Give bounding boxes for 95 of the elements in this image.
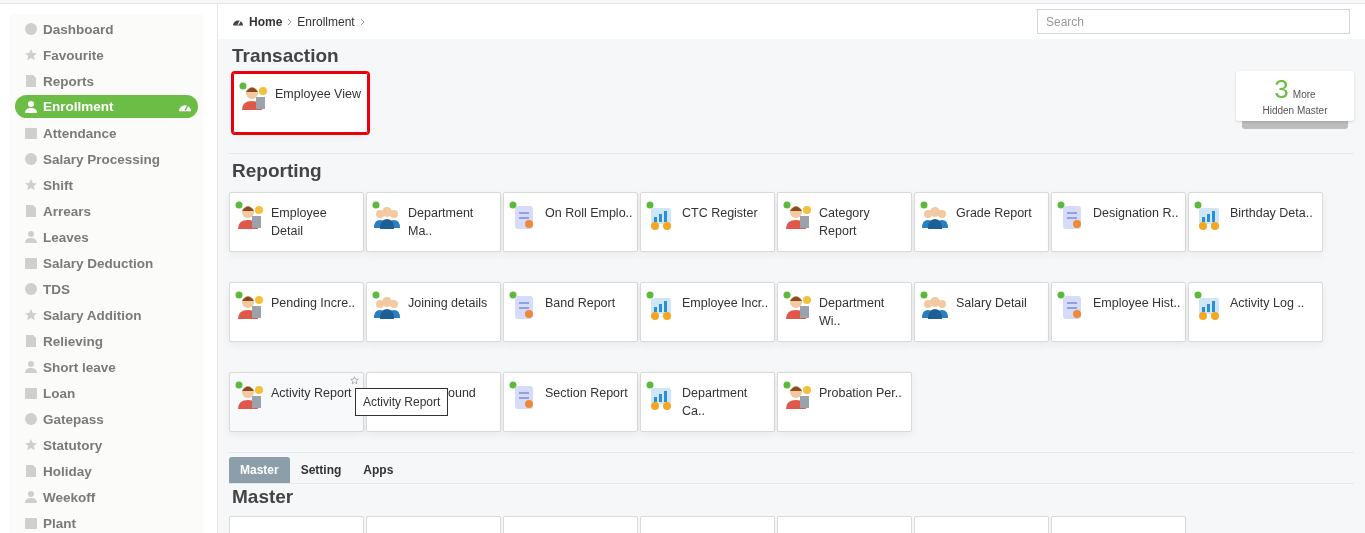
chevron-icon (359, 17, 365, 26)
card-label: Employee Detail (271, 205, 328, 240)
sidebar-item[interactable]: Shift (15, 172, 198, 198)
person-icon (235, 201, 265, 231)
card-label: Birthday Deta.. (1230, 205, 1314, 222)
breadcrumb-link[interactable]: Home (249, 14, 283, 29)
breadcrumb-link[interactable]: Enrollment (297, 14, 355, 29)
report-card[interactable]: Department Ca.. (640, 372, 775, 432)
hidden-master-label: Hidden Master (1262, 105, 1328, 116)
person-icon (235, 381, 265, 411)
people-icon (372, 291, 402, 321)
section-title: Reporting (231, 159, 323, 183)
sidebar-item[interactable]: Short leave (15, 354, 198, 380)
report-card[interactable]: Designation R.. (1051, 192, 1186, 252)
master-card[interactable] (503, 516, 638, 533)
star-icon[interactable] (350, 376, 359, 385)
more-label: More (1292, 89, 1316, 100)
report-card[interactable]: Salary Detail (914, 282, 1049, 342)
card-label: Employee View (275, 86, 362, 103)
report-card[interactable]: Pending Incre.. (229, 282, 364, 342)
sidebar-item[interactable]: Relieving (15, 328, 198, 354)
master-card[interactable] (1051, 516, 1186, 533)
card-label: Activity Report (271, 385, 353, 402)
person-icon (239, 82, 269, 112)
hidden-master-card[interactable]: 3 More Hidden Master (1236, 71, 1354, 121)
report-card[interactable]: Activity Log .. (1188, 282, 1323, 342)
report-card[interactable]: Department Wi.. (777, 282, 912, 342)
report-card[interactable]: Employee Detail (229, 192, 364, 252)
sidebar-item[interactable]: Statutory (15, 432, 198, 458)
card-label: Probation Per.. (819, 385, 903, 402)
people-icon (920, 201, 950, 231)
card-label: Employee Incr.. (682, 295, 770, 312)
report-card[interactable]: Employee Hist.. (1051, 282, 1186, 342)
section-title: Transaction (231, 44, 340, 68)
card-label: On Roll Emplo.. (545, 205, 633, 222)
master-card[interactable] (229, 516, 364, 533)
sidebar-item[interactable]: Loan (15, 380, 198, 406)
report-card[interactable]: Section Report (503, 372, 638, 432)
person-icon (235, 291, 265, 321)
sidebar-item[interactable]: Reports (15, 68, 198, 94)
person-icon (783, 291, 813, 321)
sidebar-item[interactable]: Salary Processing (15, 146, 198, 172)
report-card[interactable]: Category Report (777, 192, 912, 252)
search-field[interactable]: Search (1037, 9, 1350, 34)
card-label: Category Report (819, 205, 871, 240)
report-card[interactable]: Band Report (503, 282, 638, 342)
card-label: Department Ma.. (408, 205, 475, 240)
section-title: Master (231, 485, 295, 509)
report-card[interactable]: On Roll Emplo.. (503, 192, 638, 252)
card-label: Department Wi.. (819, 295, 886, 330)
chevron-icon (287, 17, 293, 26)
master-card[interactable] (640, 516, 775, 533)
person-icon (783, 201, 813, 231)
card-label: Activity Log .. (1230, 295, 1306, 312)
sidebar-item[interactable]: Gatepass (15, 406, 198, 432)
report-card[interactable]: Joining details (366, 282, 501, 342)
sidebar-item[interactable]: Salary Deduction (15, 250, 198, 276)
card-label: Joining details (408, 295, 489, 312)
tab[interactable]: Setting (289, 457, 353, 483)
sidebar-item[interactable]: TDS (15, 276, 198, 302)
card-label: Pending Incre.. (271, 295, 357, 312)
sidebar-item[interactable]: Favourite (15, 42, 198, 68)
sidebar-item[interactable]: Leaves (15, 224, 198, 250)
report-card[interactable]: CTC Register (640, 192, 775, 252)
sidebar-item[interactable]: Attendance (15, 120, 198, 146)
card-label: Section Report (545, 385, 629, 402)
report-card[interactable]: Department Ma.. (366, 192, 501, 252)
report-card[interactable]: Employee View (233, 73, 368, 133)
card-label: Employee Hist.. (1093, 295, 1181, 312)
master-card[interactable] (914, 516, 1049, 533)
master-card[interactable] (366, 516, 501, 533)
sidebar-item[interactable]: Holiday (15, 458, 198, 484)
report-card[interactable]: Birthday Deta.. (1188, 192, 1323, 252)
report-card[interactable]: Probation Per.. (777, 372, 912, 432)
card-label: ound (448, 385, 476, 402)
master-card[interactable] (777, 516, 912, 533)
person-icon (783, 381, 813, 411)
card-label: CTC Register (682, 205, 759, 222)
people-icon (372, 201, 402, 231)
hidden-count: 3 (1274, 76, 1289, 102)
card-label: Department Ca.. (682, 385, 749, 420)
sidebar-item[interactable]: Salary Addition (15, 302, 198, 328)
sidebar-item[interactable]: Plant (15, 510, 198, 533)
tab[interactable]: Apps (352, 457, 405, 483)
card-label: Designation R.. (1093, 205, 1180, 222)
sidebar-item[interactable]: Weekoff (15, 484, 198, 510)
sidebar-item[interactable]: Arrears (15, 198, 198, 224)
sidebar-item[interactable]: Dashboard (15, 16, 198, 42)
tooltip: Activity Report (355, 388, 449, 416)
card-label: Salary Detail (956, 295, 1028, 312)
report-card[interactable]: Grade Report (914, 192, 1049, 252)
report-card[interactable]: Employee Incr.. (640, 282, 775, 342)
card-label: Band Report (545, 295, 617, 312)
card-label: Grade Report (956, 205, 1033, 222)
people-icon (920, 291, 950, 321)
